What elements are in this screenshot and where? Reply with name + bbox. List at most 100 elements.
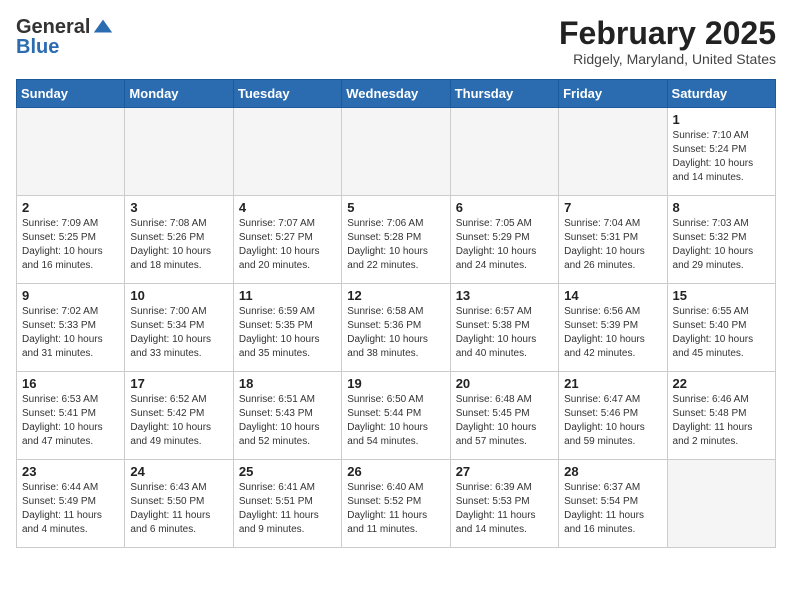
day-info: Sunrise: 6:46 AM Sunset: 5:48 PM Dayligh… bbox=[673, 393, 770, 449]
day-number: 22 bbox=[673, 376, 770, 391]
calendar-day: 20 Sunrise: 6:48 AM Sunset: 5:45 PM Dayli… bbox=[450, 372, 558, 460]
calendar-day bbox=[17, 108, 125, 196]
day-info: Sunrise: 7:07 AM Sunset: 5:27 PM Dayligh… bbox=[239, 217, 336, 273]
calendar-day: 14 Sunrise: 6:56 AM Sunset: 5:39 PM Dayli… bbox=[559, 284, 667, 372]
day-number: 4 bbox=[239, 200, 336, 215]
day-info: Sunrise: 6:51 AM Sunset: 5:43 PM Dayligh… bbox=[239, 393, 336, 449]
day-info: Sunrise: 6:41 AM Sunset: 5:51 PM Dayligh… bbox=[239, 481, 336, 537]
day-number: 20 bbox=[456, 376, 553, 391]
calendar-table: SundayMondayTuesdayWednesdayThursdayFrid… bbox=[16, 79, 776, 548]
day-info: Sunrise: 6:55 AM Sunset: 5:40 PM Dayligh… bbox=[673, 305, 770, 361]
calendar-day bbox=[667, 460, 775, 548]
calendar-day: 27 Sunrise: 6:39 AM Sunset: 5:53 PM Dayli… bbox=[450, 460, 558, 548]
calendar-day: 5 Sunrise: 7:06 AM Sunset: 5:28 PM Daylig… bbox=[342, 196, 450, 284]
calendar-day bbox=[559, 108, 667, 196]
calendar-day: 2 Sunrise: 7:09 AM Sunset: 5:25 PM Daylig… bbox=[17, 196, 125, 284]
day-info: Sunrise: 6:39 AM Sunset: 5:53 PM Dayligh… bbox=[456, 481, 553, 537]
month-title: February 2025 bbox=[559, 16, 776, 51]
calendar-day: 11 Sunrise: 6:59 AM Sunset: 5:35 PM Dayli… bbox=[233, 284, 341, 372]
calendar-header-sunday: Sunday bbox=[17, 80, 125, 108]
calendar-header-friday: Friday bbox=[559, 80, 667, 108]
calendar-day: 9 Sunrise: 7:02 AM Sunset: 5:33 PM Daylig… bbox=[17, 284, 125, 372]
day-info: Sunrise: 7:08 AM Sunset: 5:26 PM Dayligh… bbox=[130, 217, 227, 273]
calendar-day: 8 Sunrise: 7:03 AM Sunset: 5:32 PM Daylig… bbox=[667, 196, 775, 284]
day-number: 14 bbox=[564, 288, 661, 303]
calendar-header-wednesday: Wednesday bbox=[342, 80, 450, 108]
day-info: Sunrise: 6:47 AM Sunset: 5:46 PM Dayligh… bbox=[564, 393, 661, 449]
day-number: 7 bbox=[564, 200, 661, 215]
day-number: 25 bbox=[239, 464, 336, 479]
day-number: 10 bbox=[130, 288, 227, 303]
day-number: 5 bbox=[347, 200, 444, 215]
day-number: 6 bbox=[456, 200, 553, 215]
calendar-day: 4 Sunrise: 7:07 AM Sunset: 5:27 PM Daylig… bbox=[233, 196, 341, 284]
calendar-day bbox=[342, 108, 450, 196]
day-info: Sunrise: 6:50 AM Sunset: 5:44 PM Dayligh… bbox=[347, 393, 444, 449]
day-number: 17 bbox=[130, 376, 227, 391]
day-info: Sunrise: 6:43 AM Sunset: 5:50 PM Dayligh… bbox=[130, 481, 227, 537]
day-number: 13 bbox=[456, 288, 553, 303]
calendar-header-monday: Monday bbox=[125, 80, 233, 108]
calendar-week-2: 2 Sunrise: 7:09 AM Sunset: 5:25 PM Daylig… bbox=[17, 196, 776, 284]
day-info: Sunrise: 6:37 AM Sunset: 5:54 PM Dayligh… bbox=[564, 481, 661, 537]
day-number: 12 bbox=[347, 288, 444, 303]
calendar-day bbox=[450, 108, 558, 196]
calendar-day: 19Sunrise: 6:50 AM Sunset: 5:44 PM Dayli… bbox=[342, 372, 450, 460]
calendar-day: 6Sunrise: 7:05 AM Sunset: 5:29 PM Daylig… bbox=[450, 196, 558, 284]
calendar-day: 18 Sunrise: 6:51 AM Sunset: 5:43 PM Dayli… bbox=[233, 372, 341, 460]
day-info: Sunrise: 6:44 AM Sunset: 5:49 PM Dayligh… bbox=[22, 481, 119, 537]
calendar-day: 3 Sunrise: 7:08 AM Sunset: 5:26 PM Daylig… bbox=[125, 196, 233, 284]
day-number: 11 bbox=[239, 288, 336, 303]
calendar-day: 16 Sunrise: 6:53 AM Sunset: 5:41 PM Dayli… bbox=[17, 372, 125, 460]
calendar-day: 22 Sunrise: 6:46 AM Sunset: 5:48 PM Dayli… bbox=[667, 372, 775, 460]
day-info: Sunrise: 7:02 AM Sunset: 5:33 PM Dayligh… bbox=[22, 305, 119, 361]
day-info: Sunrise: 6:56 AM Sunset: 5:39 PM Dayligh… bbox=[564, 305, 661, 361]
logo: General Blue bbox=[16, 16, 114, 59]
calendar-week-1: 1Sunrise: 7:10 AM Sunset: 5:24 PM Daylig… bbox=[17, 108, 776, 196]
day-number: 18 bbox=[239, 376, 336, 391]
day-number: 23 bbox=[22, 464, 119, 479]
day-info: Sunrise: 6:53 AM Sunset: 5:41 PM Dayligh… bbox=[22, 393, 119, 449]
day-number: 2 bbox=[22, 200, 119, 215]
day-number: 1 bbox=[673, 112, 770, 127]
calendar-day: 7Sunrise: 7:04 AM Sunset: 5:31 PM Daylig… bbox=[559, 196, 667, 284]
calendar-week-5: 23 Sunrise: 6:44 AM Sunset: 5:49 PM Dayli… bbox=[17, 460, 776, 548]
page-header: General Blue February 2025 Ridgely, Mary… bbox=[16, 16, 776, 67]
day-number: 26 bbox=[347, 464, 444, 479]
calendar-day: 21 Sunrise: 6:47 AM Sunset: 5:46 PM Dayli… bbox=[559, 372, 667, 460]
day-info: Sunrise: 7:06 AM Sunset: 5:28 PM Dayligh… bbox=[347, 217, 444, 273]
calendar-day: 1Sunrise: 7:10 AM Sunset: 5:24 PM Daylig… bbox=[667, 108, 775, 196]
calendar-header-tuesday: Tuesday bbox=[233, 80, 341, 108]
day-number: 9 bbox=[22, 288, 119, 303]
calendar-day: 28Sunrise: 6:37 AM Sunset: 5:54 PM Dayli… bbox=[559, 460, 667, 548]
calendar-day: 25 Sunrise: 6:41 AM Sunset: 5:51 PM Dayli… bbox=[233, 460, 341, 548]
logo-blue-text: Blue bbox=[16, 36, 59, 58]
day-number: 3 bbox=[130, 200, 227, 215]
day-info: Sunrise: 6:48 AM Sunset: 5:45 PM Dayligh… bbox=[456, 393, 553, 449]
day-info: Sunrise: 6:58 AM Sunset: 5:36 PM Dayligh… bbox=[347, 305, 444, 361]
calendar-week-4: 16 Sunrise: 6:53 AM Sunset: 5:41 PM Dayli… bbox=[17, 372, 776, 460]
logo-general-text: General bbox=[16, 17, 90, 37]
logo-icon bbox=[92, 16, 114, 38]
calendar-day: 17 Sunrise: 6:52 AM Sunset: 5:42 PM Dayli… bbox=[125, 372, 233, 460]
day-info: Sunrise: 6:52 AM Sunset: 5:42 PM Dayligh… bbox=[130, 393, 227, 449]
day-number: 16 bbox=[22, 376, 119, 391]
calendar-day: 10 Sunrise: 7:00 AM Sunset: 5:34 PM Dayli… bbox=[125, 284, 233, 372]
day-number: 24 bbox=[130, 464, 227, 479]
day-number: 21 bbox=[564, 376, 661, 391]
day-info: Sunrise: 6:40 AM Sunset: 5:52 PM Dayligh… bbox=[347, 481, 444, 537]
calendar-header-row: SundayMondayTuesdayWednesdayThursdayFrid… bbox=[17, 80, 776, 108]
day-info: Sunrise: 7:00 AM Sunset: 5:34 PM Dayligh… bbox=[130, 305, 227, 361]
calendar-header-thursday: Thursday bbox=[450, 80, 558, 108]
title-block: February 2025 Ridgely, Maryland, United … bbox=[559, 16, 776, 67]
day-number: 8 bbox=[673, 200, 770, 215]
day-info: Sunrise: 6:57 AM Sunset: 5:38 PM Dayligh… bbox=[456, 305, 553, 361]
calendar-day bbox=[233, 108, 341, 196]
day-number: 27 bbox=[456, 464, 553, 479]
day-info: Sunrise: 7:03 AM Sunset: 5:32 PM Dayligh… bbox=[673, 217, 770, 273]
calendar-day: 23 Sunrise: 6:44 AM Sunset: 5:49 PM Dayli… bbox=[17, 460, 125, 548]
calendar-day: 12 Sunrise: 6:58 AM Sunset: 5:36 PM Dayli… bbox=[342, 284, 450, 372]
day-info: Sunrise: 6:59 AM Sunset: 5:35 PM Dayligh… bbox=[239, 305, 336, 361]
calendar-day: 13 Sunrise: 6:57 AM Sunset: 5:38 PM Dayli… bbox=[450, 284, 558, 372]
day-info: Sunrise: 7:09 AM Sunset: 5:25 PM Dayligh… bbox=[22, 217, 119, 273]
